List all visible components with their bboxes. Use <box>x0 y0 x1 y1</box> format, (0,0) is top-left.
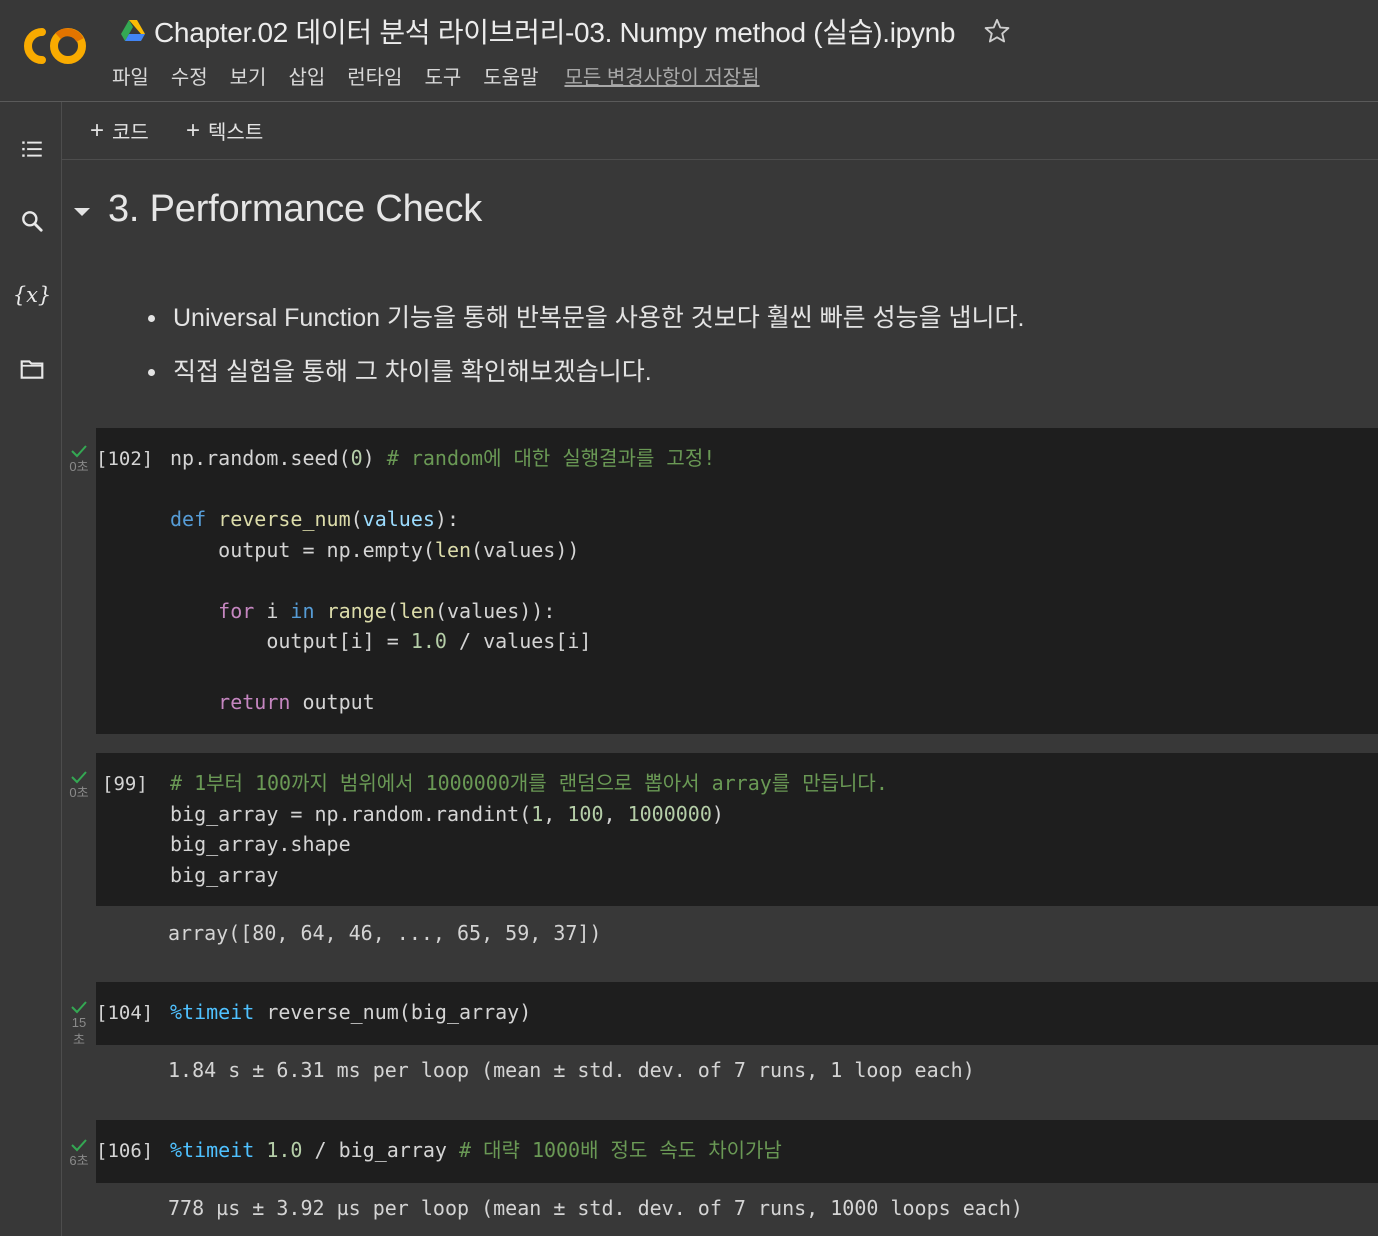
files-icon[interactable] <box>17 354 47 384</box>
colab-logo[interactable] <box>22 26 90 66</box>
left-sidebar: {x} <box>0 102 62 1236</box>
code-line: big_array = np.random.randint(1, 100, 10… <box>170 801 724 826</box>
cell-output: array([80, 64, 46, ..., 65, 59, 37]) <box>96 906 1378 982</box>
code-line: output[i] = 1.0 / values[i] <box>170 629 592 653</box>
cell-status[interactable]: 0초 <box>64 770 94 802</box>
bullet-list: Universal Function 기능을 통해 반복문을 사용한 것보다 훨… <box>148 298 1025 406</box>
execution-count: [99] <box>102 773 148 795</box>
cell-status[interactable]: 0초 <box>64 444 94 476</box>
cell-status[interactable]: 15 초 <box>64 1000 94 1048</box>
code-line: def reverse_num(values): <box>170 507 460 531</box>
code-line: output = np.empty(len(values)) <box>170 537 580 562</box>
star-icon[interactable] <box>983 17 1011 45</box>
check-icon <box>71 1001 87 1014</box>
code-line: np.random.seed(0) # random에 대한 실행결과를 고정! <box>170 446 716 470</box>
code-cell[interactable]: [99] # 1부터 100까지 범위에서 1000000개를 랜덤으로 뽑아서… <box>96 753 1378 982</box>
add-text-button[interactable]: + 텍스트 <box>186 116 263 145</box>
code-line: # 1부터 100까지 범위에서 1000000개를 랜덤으로 뽑아서 arra… <box>170 771 888 795</box>
cell-status[interactable]: 6초 <box>64 1138 94 1170</box>
collapse-section-icon[interactable] <box>72 204 92 220</box>
menu-runtime[interactable]: 런타임 <box>347 61 402 90</box>
top-bar: Chapter.02 데이터 분석 라이브러리-03. Numpy method… <box>0 0 1378 102</box>
code-editor[interactable]: [102] np.random.seed(0) # random에 대한 실행결… <box>96 428 1378 734</box>
execution-time: 0초 <box>69 459 89 474</box>
code-line: return output <box>218 690 375 714</box>
plus-icon: + <box>90 116 105 144</box>
bullet-item: Universal Function 기능을 통해 반복문을 사용한 것보다 훨… <box>148 298 1025 352</box>
plus-icon: + <box>186 116 201 144</box>
execution-count: [102] <box>96 448 154 470</box>
execution-time: 0초 <box>69 785 89 800</box>
code-line: big_array <box>170 862 279 887</box>
title-row: Chapter.02 데이터 분석 라이브러리-03. Numpy method… <box>120 12 1011 50</box>
variables-label: {x} <box>12 283 52 307</box>
menu-tools[interactable]: 도구 <box>424 61 461 90</box>
notebook-title[interactable]: Chapter.02 데이터 분석 라이브러리-03. Numpy method… <box>154 11 955 51</box>
cell-output: 778 µs ± 3.92 µs per loop (mean ± std. d… <box>96 1183 1378 1236</box>
section-heading: 3. Performance Check <box>108 188 483 230</box>
execution-count: [106] <box>96 1140 154 1162</box>
cell-output: 1.84 s ± 6.31 ms per loop (mean ± std. d… <box>96 1045 1378 1119</box>
variables-icon[interactable]: {x} <box>13 280 52 310</box>
menu-file[interactable]: 파일 <box>112 61 149 90</box>
code-editor[interactable]: [106] %timeit 1.0 / big_array # 대략 1000배… <box>96 1120 1378 1183</box>
code-line: for i in range(len(values)): <box>218 598 556 623</box>
save-status[interactable]: 모든 변경사항이 저장됨 <box>564 61 759 90</box>
menu-edit[interactable]: 수정 <box>171 61 208 90</box>
table-of-contents-icon[interactable] <box>17 134 47 164</box>
code-line: big_array.shape <box>170 832 351 856</box>
add-code-button[interactable]: + 코드 <box>90 116 149 145</box>
menu-view[interactable]: 보기 <box>230 61 267 90</box>
code-cell[interactable]: [104] %timeit reverse_num(big_array) 1.8… <box>96 982 1378 1119</box>
check-icon <box>71 445 87 458</box>
menu-insert[interactable]: 삽입 <box>288 61 325 90</box>
notebook-toolbar: + 코드 + 텍스트 <box>62 102 1378 160</box>
execution-count: [104] <box>96 1002 154 1024</box>
check-icon <box>71 771 87 784</box>
notebook-content: 3. Performance Check Universal Function … <box>62 160 1378 1236</box>
add-code-label: 코드 <box>112 122 149 144</box>
menu-help[interactable]: 도움말 <box>483 61 538 90</box>
check-icon <box>71 1139 87 1152</box>
add-text-label: 텍스트 <box>208 122 264 144</box>
bullet-item: 직접 실험을 통해 그 차이를 확인해보겠습니다. <box>148 352 1025 406</box>
menu-bar: 파일 수정 보기 삽입 런타임 도구 도움말 모든 변경사항이 저장됨 <box>112 60 760 90</box>
code-editor[interactable]: [104] %timeit reverse_num(big_array) <box>96 982 1378 1045</box>
code-editor[interactable]: [99] # 1부터 100까지 범위에서 1000000개를 랜덤으로 뽑아서… <box>96 753 1378 906</box>
code-cell[interactable]: [102] np.random.seed(0) # random에 대한 실행결… <box>96 428 1378 734</box>
search-icon[interactable] <box>17 206 47 236</box>
google-drive-icon[interactable] <box>120 19 146 43</box>
code-line: %timeit 1.0 / big_array # 대략 1000배 정도 속도… <box>170 1138 782 1162</box>
execution-time: 6초 <box>69 1153 89 1168</box>
execution-time: 15 초 <box>71 1015 87 1047</box>
code-cell[interactable]: [106] %timeit 1.0 / big_array # 대략 1000배… <box>96 1120 1378 1236</box>
code-line: %timeit reverse_num(big_array) <box>170 1000 532 1024</box>
